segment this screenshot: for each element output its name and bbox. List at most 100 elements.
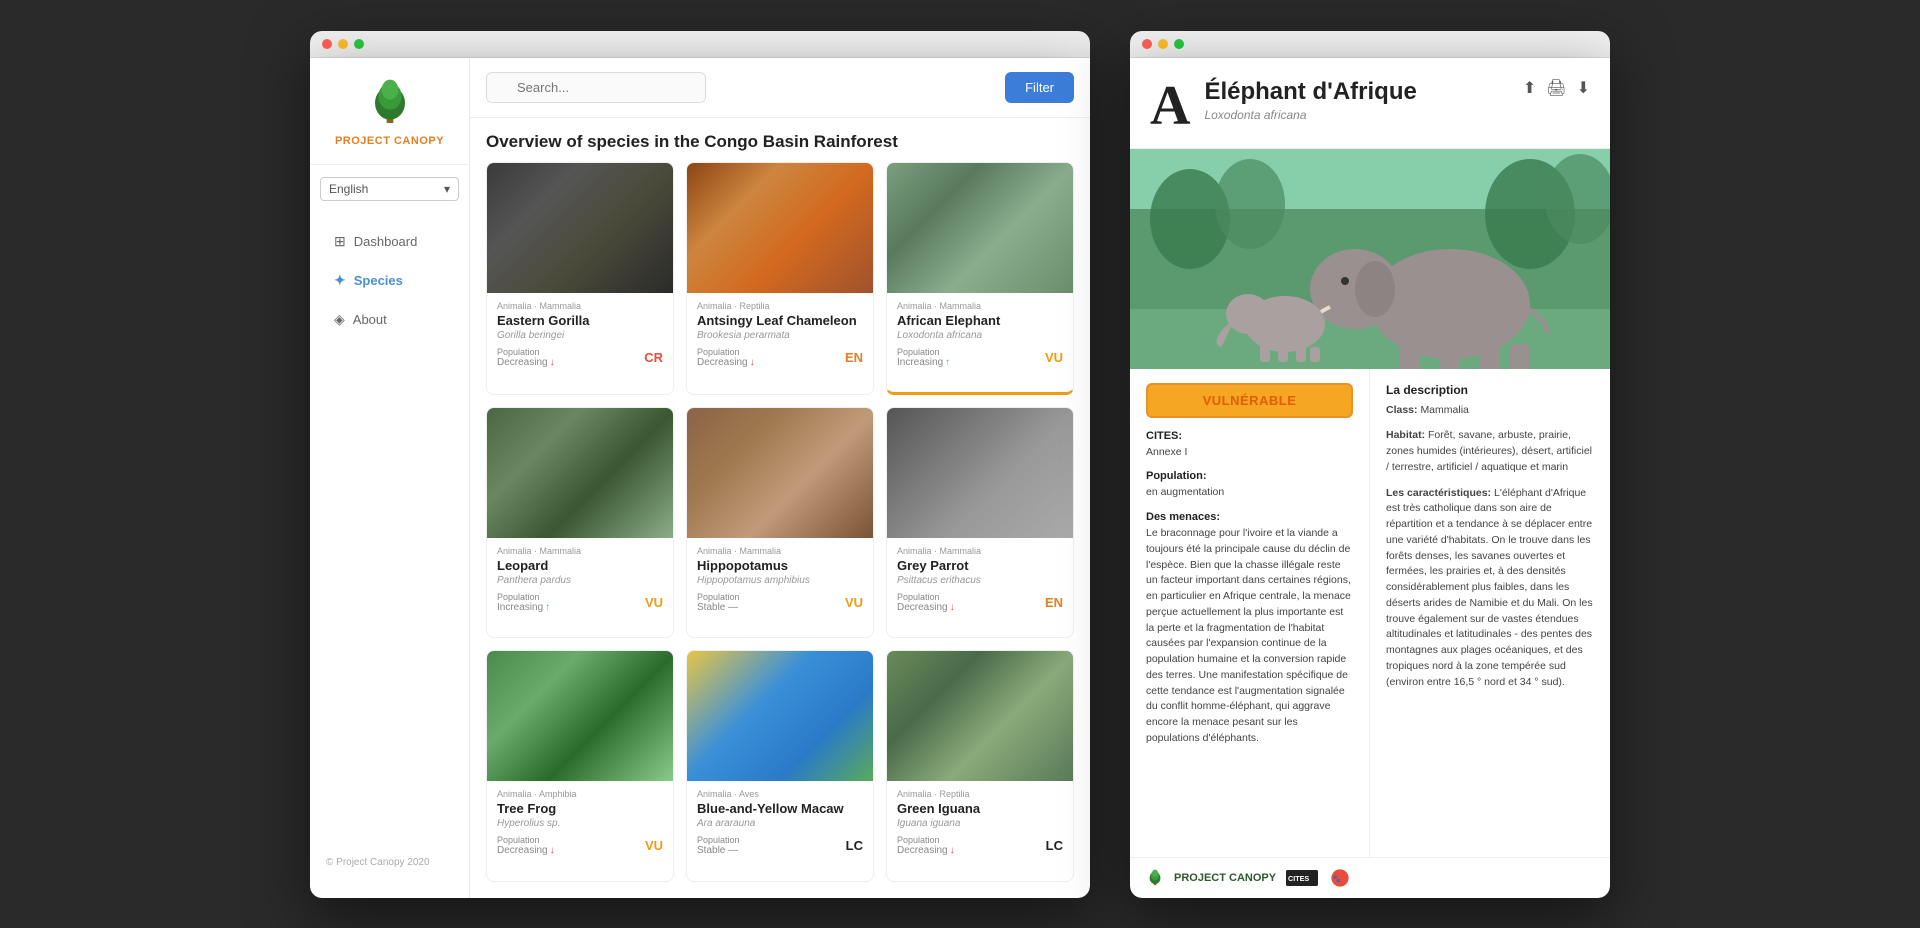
characteristics-info: Les caractéristiques: L'éléphant d'Afriq… <box>1386 486 1594 691</box>
minimize-button[interactable] <box>338 39 348 49</box>
detail-maximize-button[interactable] <box>1174 39 1184 49</box>
main-content: 🔍 Filter Overview of species in the Cong… <box>470 58 1090 898</box>
sidebar-logo: PROJECT CANOPY <box>310 78 469 165</box>
species-image <box>687 408 873 538</box>
species-image <box>687 163 873 293</box>
download-icon[interactable]: ⬇ <box>1577 78 1590 98</box>
species-icon: ✦ <box>334 272 346 289</box>
card-population: Population Decreasing ↓ <box>897 835 955 856</box>
wwf-logo: 🐾 <box>1328 868 1352 888</box>
cites-label: CITES: <box>1146 430 1353 442</box>
print-icon[interactable]: 🖨 <box>1546 78 1566 98</box>
detail-actions: ⬆ 🖨 ⬇ <box>1523 78 1590 98</box>
card-footer: Population Stable — LC <box>697 835 863 856</box>
sidebar-item-about[interactable]: ◈ About <box>318 301 461 338</box>
card-scientific-name: Hippopotamus amphibius <box>697 575 863 586</box>
card-taxon: Animalia · Reptilia <box>697 301 863 311</box>
card-body: Animalia · Aves Blue-and-Yellow Macaw Ar… <box>687 781 873 864</box>
species-image <box>487 651 673 781</box>
species-card[interactable]: Animalia · Mammalia Grey Parrot Psittacu… <box>886 407 1074 638</box>
tree-icon <box>365 78 415 128</box>
status-badge: EN <box>845 350 863 365</box>
card-species-name: Tree Frog <box>497 801 663 816</box>
species-card[interactable]: Animalia · Aves Blue-and-Yellow Macaw Ar… <box>686 650 874 881</box>
card-body: Animalia · Mammalia Eastern Gorilla Gori… <box>487 293 673 376</box>
card-footer: Population Increasing ↑ VU <box>497 592 663 613</box>
card-footer: Population Increasing ↑ VU <box>897 347 1063 368</box>
card-scientific-name: Ara ararauna <box>697 818 863 829</box>
habitat-info: Habitat: Forêt, savane, arbuste, prairie… <box>1386 428 1594 475</box>
search-input[interactable] <box>486 72 706 103</box>
card-population: Population Decreasing ↓ <box>497 347 555 368</box>
card-species-name: Eastern Gorilla <box>497 313 663 328</box>
page-title: Overview of species in the Congo Basin R… <box>470 118 1090 162</box>
dashboard-icon: ⊞ <box>334 233 346 250</box>
detail-letter: A <box>1150 78 1190 134</box>
close-button[interactable] <box>322 39 332 49</box>
svg-text:CITES: CITES <box>1288 873 1309 882</box>
window-chrome <box>310 31 1090 58</box>
cites-logo: CITES <box>1286 868 1318 888</box>
species-card[interactable]: Animalia · Mammalia African Elephant Lox… <box>886 162 1074 395</box>
detail-scientific-name: Loxodonta africana <box>1204 108 1522 122</box>
card-body: Animalia · Reptilia Green Iguana Iguana … <box>887 781 1073 864</box>
card-body: Animalia · Amphibia Tree Frog Hyperolius… <box>487 781 673 864</box>
detail-minimize-button[interactable] <box>1158 39 1168 49</box>
species-card[interactable]: Animalia · Mammalia Eastern Gorilla Gori… <box>486 162 674 395</box>
share-icon[interactable]: ⬆ <box>1523 78 1536 98</box>
status-badge: VU <box>645 595 663 610</box>
species-grid: Animalia · Mammalia Eastern Gorilla Gori… <box>470 162 1090 898</box>
threats-text: Le braconnage pour l'ivoire et la viande… <box>1146 526 1353 747</box>
right-window: A Éléphant d'Afrique Loxodonta africana … <box>1130 31 1610 898</box>
card-body: Animalia · Mammalia African Elephant Lox… <box>887 293 1073 376</box>
species-image <box>887 408 1073 538</box>
species-image <box>487 163 673 293</box>
species-card[interactable]: Animalia · Mammalia Leopard Panthera par… <box>486 407 674 638</box>
detail-header: A Éléphant d'Afrique Loxodonta africana … <box>1130 58 1610 149</box>
species-image <box>687 651 873 781</box>
card-footer: Population Decreasing ↓ CR <box>497 347 663 368</box>
status-badge: VU <box>645 838 663 853</box>
species-card[interactable]: Animalia · Mammalia Hippopotamus Hippopo… <box>686 407 874 638</box>
card-scientific-name: Hyperolius sp. <box>497 818 663 829</box>
status-badge: LC <box>1046 838 1063 853</box>
sidebar: PROJECT CANOPY English ▾ ⊞ Dashboard ✦ S… <box>310 58 470 898</box>
left-window: PROJECT CANOPY English ▾ ⊞ Dashboard ✦ S… <box>310 31 1090 898</box>
card-footer: Population Decreasing ↓ VU <box>497 835 663 856</box>
threats-title: Des menaces: <box>1146 511 1353 523</box>
card-species-name: Antsingy Leaf Chameleon <box>697 313 863 328</box>
card-body: Animalia · Mammalia Hippopotamus Hippopo… <box>687 538 873 621</box>
card-population: Population Decreasing ↓ <box>497 835 555 856</box>
copyright: © Project Canopy 2020 <box>310 847 469 878</box>
detail-window-chrome <box>1130 31 1610 58</box>
card-population: Population Decreasing ↓ <box>897 592 955 613</box>
status-badge: EN <box>1045 595 1063 610</box>
status-badge: CR <box>644 350 663 365</box>
sidebar-item-dashboard[interactable]: ⊞ Dashboard <box>318 223 461 260</box>
card-population: Population Increasing ↑ <box>497 592 550 613</box>
detail-footer: PROJECT CANOPY CITES 🐾 <box>1130 857 1610 898</box>
species-card[interactable]: Animalia · Reptilia Antsingy Leaf Chamel… <box>686 162 874 395</box>
card-taxon: Animalia · Reptilia <box>897 789 1063 799</box>
filter-button[interactable]: Filter <box>1005 72 1074 103</box>
species-image <box>887 163 1073 293</box>
vulnerability-badge: VULNÉRABLE <box>1146 383 1353 418</box>
maximize-button[interactable] <box>354 39 364 49</box>
logo-text: PROJECT CANOPY <box>335 134 444 148</box>
detail-close-button[interactable] <box>1142 39 1152 49</box>
card-species-name: Grey Parrot <box>897 558 1063 573</box>
card-scientific-name: Panthera pardus <box>497 575 663 586</box>
card-footer: Population Decreasing ↓ EN <box>897 592 1063 613</box>
card-footer: Population Stable — VU <box>697 592 863 613</box>
detail-title-block: Éléphant d'Afrique Loxodonta africana <box>1204 78 1522 122</box>
language-selector[interactable]: English ▾ <box>320 177 459 201</box>
species-image <box>887 651 1073 781</box>
species-card[interactable]: Animalia · Amphibia Tree Frog Hyperolius… <box>486 650 674 881</box>
detail-title: Éléphant d'Afrique <box>1204 78 1522 106</box>
sidebar-item-species[interactable]: ✦ Species <box>318 262 461 299</box>
status-badge: LC <box>846 838 863 853</box>
card-taxon: Animalia · Mammalia <box>497 546 663 556</box>
species-card[interactable]: Animalia · Reptilia Green Iguana Iguana … <box>886 650 1074 881</box>
card-population: Population Decreasing ↓ <box>697 347 755 368</box>
card-scientific-name: Brookesia perarmata <box>697 330 863 341</box>
